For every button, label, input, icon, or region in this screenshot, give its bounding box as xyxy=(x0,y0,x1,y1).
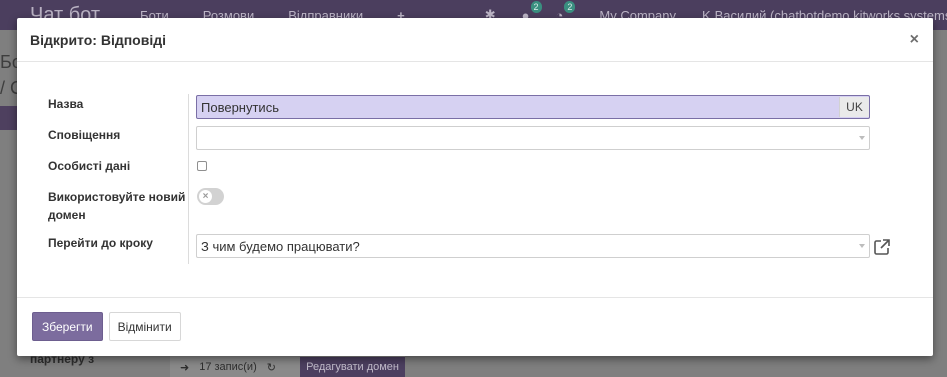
domain-pager: ➜ 17 запис(и) ↻ Редагувати домен xyxy=(170,356,405,377)
record-count: 17 запис(и) xyxy=(199,361,257,373)
go-to-step-select[interactable]: З чим будемо працювати? xyxy=(196,234,870,258)
new-domain-toggle[interactable]: × xyxy=(197,188,224,205)
modal-header: Відкрито: Відповіді × xyxy=(17,18,933,62)
modal-body: Назва Сповіщення Особисті дані Використо… xyxy=(17,62,933,298)
new-domain-label: Використовуйте новий домен xyxy=(48,190,186,222)
chat-badge: 2 xyxy=(530,0,542,13)
close-icon[interactable]: × xyxy=(908,30,921,50)
personal-data-checkbox[interactable] xyxy=(197,161,207,171)
go-to-step-value: З чим будемо працювати? xyxy=(201,238,360,254)
edit-domain-button: Редагувати домен xyxy=(300,357,405,377)
translate-language-button[interactable]: UK xyxy=(839,97,869,117)
label-divider xyxy=(188,94,189,264)
caret-down-icon xyxy=(859,136,865,140)
modal-footer: Зберегти Відмінити xyxy=(17,298,933,355)
save-button[interactable]: Зберегти xyxy=(32,312,103,341)
notification-select[interactable] xyxy=(196,126,870,150)
refresh-icon: ↻ xyxy=(266,361,276,374)
toggle-off-icon: × xyxy=(199,190,212,203)
cancel-button[interactable]: Відмінити xyxy=(108,312,181,341)
name-label: Назва xyxy=(48,97,84,111)
notification-label: Сповіщення xyxy=(48,128,121,142)
modal-dialog: Відкрито: Відповіді × Назва Сповіщення О… xyxy=(17,18,933,356)
external-link-icon[interactable] xyxy=(873,238,891,256)
name-input[interactable] xyxy=(196,95,870,119)
activity-badge: 2 xyxy=(564,0,576,13)
go-to-step-label: Перейти до кроку xyxy=(48,236,153,250)
modal-title: Відкрито: Відповіді xyxy=(30,31,166,48)
save-strip xyxy=(0,106,18,130)
caret-down-icon xyxy=(859,244,865,248)
personal-data-label: Особисті дані xyxy=(48,159,131,173)
arrow-right-icon: ➜ xyxy=(180,361,190,374)
